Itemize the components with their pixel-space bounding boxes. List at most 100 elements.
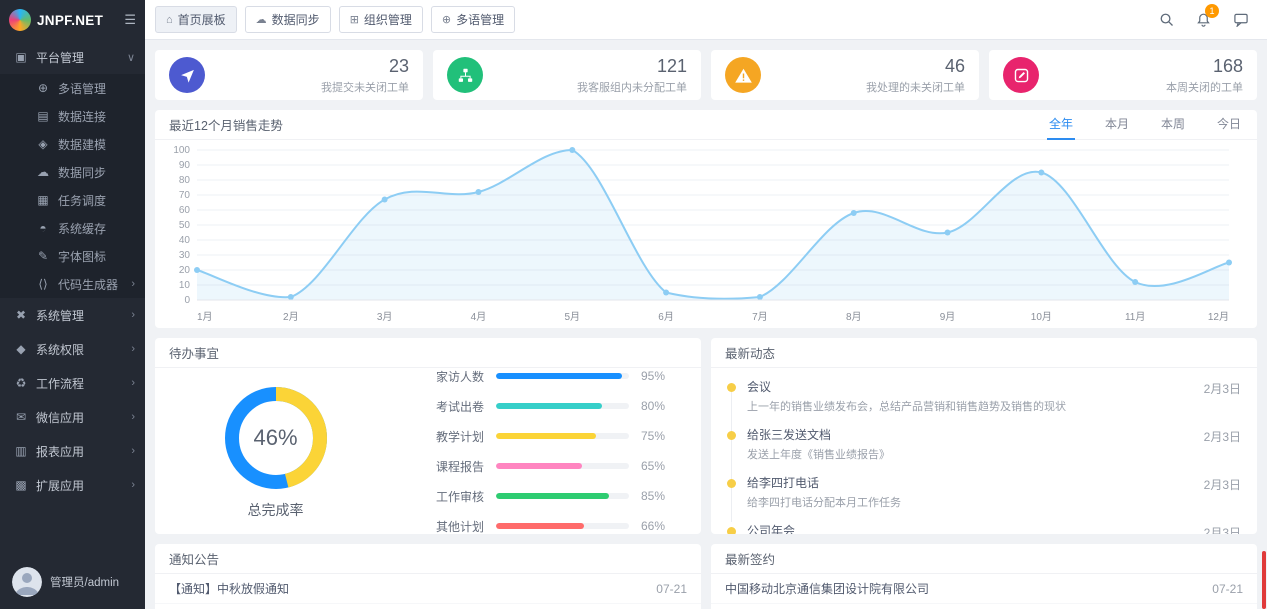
edit-icon [1003,57,1039,93]
timeline-item[interactable]: 公司年会 发年终奖啦。哈哈哈~~ 2月3日 [727,516,1241,534]
svg-text:100: 100 [173,145,190,156]
cache-icon: ◓ [36,221,50,235]
progress-percent: 66% [641,519,675,533]
sidebar-item-data-sync[interactable]: ☁ 数据同步 [0,158,145,186]
sales-trend-card: 最近12个月销售走势 全年 本月 本周 今日 01020304050607080… [155,110,1257,328]
filter-today[interactable]: 今日 [1215,110,1243,140]
sidebar-item-report-app[interactable]: ▥ 报表应用 › [0,434,145,468]
tab-data-sync[interactable]: ☁ 数据同步 [245,6,331,33]
svg-text:7月: 7月 [752,311,768,323]
notice-item[interactable]: 【通知】中秋放假通知 07-21 [155,574,701,604]
svg-text:70: 70 [179,190,191,201]
chevron-right-icon: › [131,479,135,491]
svg-text:40: 40 [179,235,191,246]
bottom-row: 通知公告 【通知】中秋放假通知 07-21 【公告】关于系统升级维护的公告 07… [155,544,1257,609]
chevron-right-icon: › [131,309,135,321]
grid-icon: ▩ [14,478,28,492]
jnpf-logo-icon [9,9,31,31]
sidebar-item-system-cache[interactable]: ◓ 系统缓存 [0,214,145,242]
svg-text:4月: 4月 [471,311,487,323]
progress-bar [496,493,629,499]
stat-label: 本周关闭的工单 [1049,79,1243,95]
sidebar-item-data-modeling[interactable]: ◈ 数据建模 [0,130,145,158]
cube-icon: ◈ [36,137,50,151]
tab-home-dashboard[interactable]: ⌂ 首页展板 [155,6,237,33]
chevron-right-icon: › [131,445,135,457]
dashboard-content: 23 我提交未关闭工单 121 我客服组内未分配工单 [145,40,1267,609]
sidebar-item-extension-app[interactable]: ▩ 扩展应用 › [0,468,145,502]
notification-bell-icon[interactable]: 1 [1196,12,1211,28]
stat-card-processing: 46 我处理的未关闭工单 [711,50,979,100]
user-name: 管理员/admin [50,574,119,590]
donut-center-text: 46% [220,382,332,494]
message-icon[interactable] [1233,12,1249,27]
contract-item[interactable]: 中科智慧国际信息技术有限公司 07-20 [711,604,1257,609]
contracts-title: 最新签约 [725,549,775,568]
sidebar-item-platform-management[interactable]: ▣ 平台管理 ∨ [0,40,145,74]
topbar-actions: 1 [1159,12,1249,28]
search-icon[interactable] [1159,12,1174,27]
list-icon: ▤ [36,109,50,123]
progress-bar [496,523,629,529]
todo-title: 待办事宜 [169,343,219,362]
timeline-dot [727,479,736,488]
todo-item: 考试出卷 80% [414,398,675,415]
chart-range-filters: 全年 本月 本周 今日 [1047,110,1243,140]
stat-label: 我客服组内未分配工单 [493,79,687,95]
sidebar-item-data-connection[interactable]: ▤ 数据连接 [0,102,145,130]
timeline-item[interactable]: 给李四打电话 给李四打电话分配本月工作任务 2月3日 [727,468,1241,516]
svg-text:6月: 6月 [658,311,674,323]
news-title: 最新动态 [725,343,775,362]
svg-text:9月: 9月 [940,311,956,323]
cloud-icon: ☁ [36,165,50,179]
timeline-item[interactable]: 会议 上一年的销售业绩发布会，总结产品营销和销售趋势及销售的现状 2月3日 [727,372,1241,420]
sidebar-item-wechat-app[interactable]: ✉ 微信应用 › [0,400,145,434]
progress-bar [496,463,629,469]
svg-text:3月: 3月 [377,311,393,323]
sidebar-item-workflow[interactable]: ♻ 工作流程 › [0,366,145,400]
sidebar-item-font-icons[interactable]: ✎ 字体图标 [0,242,145,270]
sidebar-item-system-management[interactable]: ✖ 系统管理 › [0,298,145,332]
filter-year[interactable]: 全年 [1047,110,1075,140]
progress-percent: 80% [641,399,675,413]
tab-org-management[interactable]: ⊞ 组织管理 [339,6,423,33]
sidebar-item-code-generator[interactable]: ⟨⟩ 代码生成器 › [0,270,145,298]
sidebar-item-multi-language[interactable]: ⊕ 多语管理 [0,74,145,102]
tab-multi-language[interactable]: ⊕ 多语管理 [431,6,515,33]
progress-percent: 85% [641,489,675,503]
middle-row: 待办事宜 46% 总完成率 [155,338,1257,534]
svg-text:0: 0 [184,295,190,306]
filter-month[interactable]: 本月 [1103,110,1131,140]
todo-item: 家访人数 95% [414,368,675,385]
chevron-right-icon: › [131,343,135,355]
notification-badge: 1 [1205,4,1219,18]
sidebar-item-task-schedule[interactable]: ▦ 任务调度 [0,186,145,214]
stat-card-submitted: 23 我提交未关闭工单 [155,50,423,100]
svg-text:90: 90 [179,160,191,171]
notice-item[interactable]: 【公告】关于系统升级维护的公告 07-20 [155,604,701,609]
chevron-right-icon: › [131,411,135,423]
contract-item[interactable]: 中国移动北京通信集团设计院有限公司 07-21 [711,574,1257,604]
stat-value: 46 [771,56,965,77]
sidebar-item-system-permission[interactable]: ◆ 系统权限 › [0,332,145,366]
app-title: JNPF.NET [37,13,118,28]
code-icon: ⟨⟩ [36,277,50,291]
globe-icon: ⊕ [36,81,50,95]
collapse-sidebar-icon[interactable]: ☰ [124,12,136,28]
logo-row: JNPF.NET ☰ [0,0,145,40]
svg-text:10月: 10月 [1031,311,1052,323]
completion-label: 总完成率 [248,500,304,520]
timeline-dot [727,383,736,392]
share-nodes-icon: ♻ [14,376,28,390]
todo-progress-list: 家访人数 95% 考试出卷 80% 教学计划 [388,374,693,528]
todo-item: 课程报告 65% [414,458,675,475]
sidebar: JNPF.NET ☰ ▣ 平台管理 ∨ ⊕ 多语管理 ▤ 数据连接 ◈ [0,0,145,609]
filter-week[interactable]: 本周 [1159,110,1187,140]
user-profile[interactable]: 管理员/admin [12,567,119,597]
scrollbar-thumb[interactable] [1262,551,1266,609]
timeline-dot [727,527,736,534]
send-icon [169,57,205,93]
timeline-item[interactable]: 给张三发送文档 发送上年度《销售业绩报告》 2月3日 [727,420,1241,468]
completion-donut: 46% 总完成率 [163,374,388,528]
globe-icon: ⊕ [442,13,451,26]
